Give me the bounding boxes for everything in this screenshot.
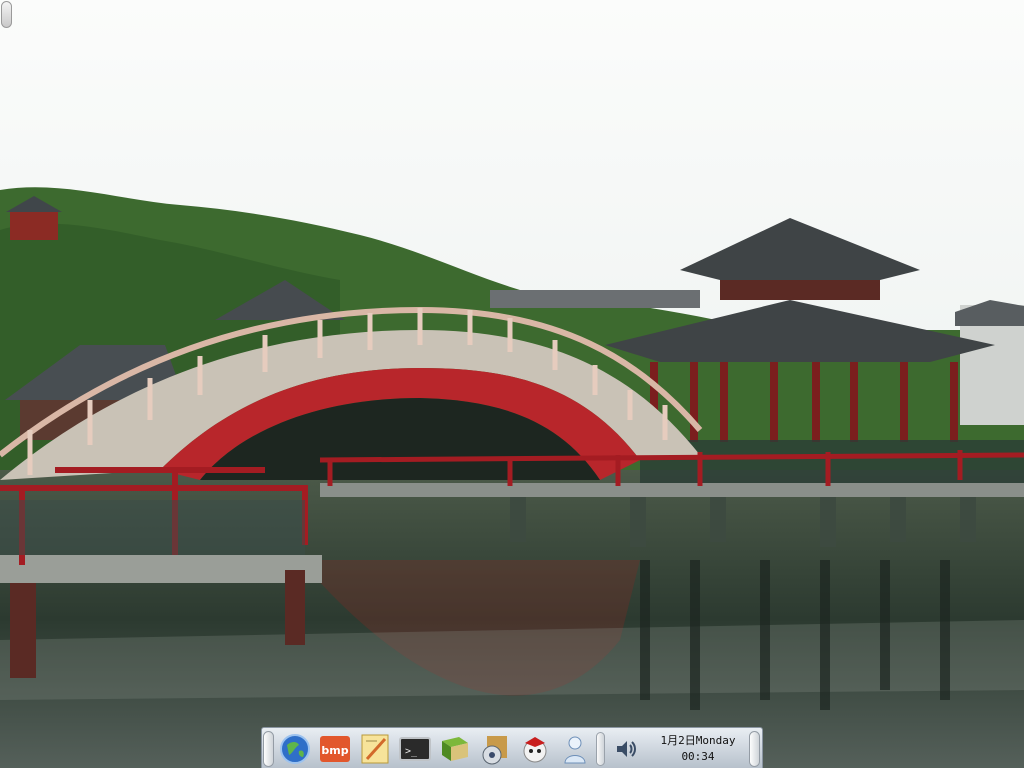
disk-utility-icon[interactable]: [477, 731, 513, 767]
volume-icon[interactable]: [610, 731, 642, 767]
image-viewer-label: bmp: [321, 744, 348, 757]
book-icon[interactable]: [437, 731, 473, 767]
terminal-icon[interactable]: >_: [397, 731, 433, 767]
clock[interactable]: 1月2日Monday 00:34: [648, 731, 748, 767]
browser-icon[interactable]: [277, 731, 313, 767]
clock-time: 00:34: [681, 750, 715, 763]
panel-handle[interactable]: [1, 1, 12, 28]
desktop: bmp >_ 1月2日Monday 00:34: [0, 0, 1024, 768]
game-icon[interactable]: [517, 731, 553, 767]
dock-left-handle[interactable]: [263, 731, 274, 767]
wallpaper-image: [0, 0, 1024, 768]
dock-right-handle[interactable]: [749, 731, 760, 767]
text-editor-icon[interactable]: [357, 731, 393, 767]
dock-panel: bmp >_ 1月2日Monday 00:34: [261, 727, 763, 768]
clock-date: 1月2日Monday: [660, 734, 736, 747]
terminal-label: >_: [405, 746, 418, 757]
dock-separator[interactable]: [596, 732, 605, 766]
image-viewer-icon[interactable]: bmp: [317, 731, 353, 767]
user-icon[interactable]: [557, 731, 593, 767]
